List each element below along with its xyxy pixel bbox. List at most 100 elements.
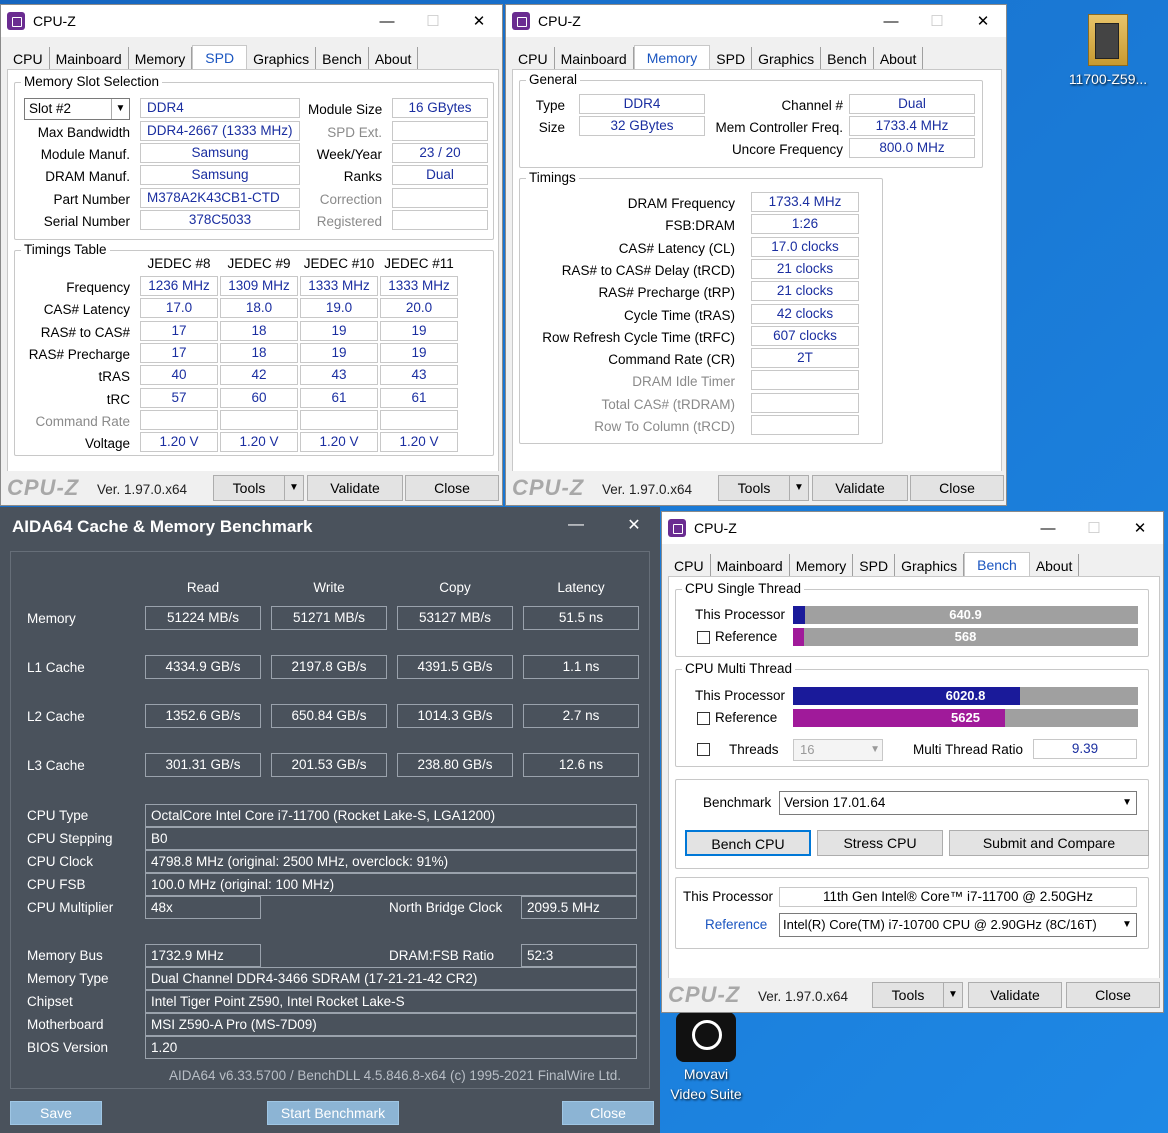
bench-cpu-button[interactable]: Bench CPU [685, 830, 811, 856]
timing-row-label: CAS# Latency [43, 302, 130, 318]
title-bar[interactable]: CPU-Z — ☐ ✕ [662, 512, 1163, 544]
tab-graphics[interactable]: Graphics [247, 47, 317, 71]
minimize-icon[interactable]: — [548, 507, 604, 543]
reference-checkbox[interactable] [697, 712, 710, 725]
north-bridge-clock-label: North Bridge Clock [389, 900, 503, 915]
tab-cpu[interactable]: CPU [512, 47, 555, 71]
timing-value [751, 415, 859, 435]
uncore-frequency-value: 800.0 MHz [849, 138, 975, 158]
memory-type-value: DDR4 [140, 98, 300, 118]
submit-and-compare-button[interactable]: Submit and Compare [949, 830, 1149, 856]
save-button[interactable]: Save [10, 1101, 102, 1125]
tools-button[interactable]: Tools [213, 475, 285, 501]
tab-spd[interactable]: SPD [853, 554, 896, 578]
tab-cpu[interactable]: CPU [668, 554, 711, 578]
timing-cell: 60 [220, 387, 298, 408]
single-ref-score: 568 [954, 629, 977, 644]
window-title: CPU-Z [538, 13, 581, 29]
minimize-icon[interactable]: — [364, 5, 410, 37]
timing-cell: 17 [140, 320, 218, 341]
reference-select[interactable]: Intel(R) Core(TM) i7-10700 CPU @ 2.90GHz… [779, 913, 1137, 937]
tab-spd[interactable]: SPD [710, 47, 753, 71]
close-button[interactable]: Close [1066, 982, 1160, 1008]
timing-row-label: Voltage [84, 436, 130, 452]
reference-checkbox[interactable] [697, 631, 710, 644]
validate-button[interactable]: Validate [307, 475, 403, 501]
tab-about[interactable]: About [369, 47, 419, 71]
tab-mainboard[interactable]: Mainboard [50, 47, 129, 71]
memory-bus-label: Memory Bus [27, 948, 103, 963]
tab-graphics[interactable]: Graphics [752, 47, 822, 71]
close-button[interactable]: Close [910, 475, 1004, 501]
minimize-icon[interactable]: — [868, 5, 914, 37]
result-cell: 4334.9 GB/s [145, 655, 261, 679]
chevron-down-icon: ▼ [870, 744, 880, 755]
tab-spd[interactable]: SPD [192, 45, 248, 71]
desktop-icon-label-1: Movavi [683, 1066, 729, 1082]
tab-bench[interactable]: Bench [821, 47, 874, 71]
slot-value: Slot #2 [29, 101, 72, 116]
close-icon[interactable]: ✕ [960, 5, 1006, 37]
chevron-down-icon[interactable]: ▼ [284, 475, 304, 501]
tab-mainboard[interactable]: Mainboard [555, 47, 634, 71]
minimize-icon[interactable]: — [1025, 512, 1071, 544]
timing-cell: 61 [380, 387, 458, 408]
validate-button[interactable]: Validate [812, 475, 908, 501]
tab-about[interactable]: About [874, 47, 924, 71]
timing-row-label: tRC [106, 391, 130, 407]
tools-button[interactable]: Tools [872, 982, 944, 1008]
chipset-label: Chipset [27, 994, 73, 1009]
close-button[interactable]: Close [562, 1101, 654, 1125]
motherboard-label: Motherboard [27, 1017, 104, 1032]
reference-link[interactable]: Reference [705, 917, 767, 932]
title-bar[interactable]: CPU-Z — ☐ ✕ [1, 5, 502, 37]
size-value: 32 GBytes [579, 116, 705, 136]
timing-value: 1:26 [751, 214, 859, 235]
timing-cell: 1333 MHz [380, 276, 458, 296]
tab-bench[interactable]: Bench [316, 47, 369, 71]
correction-value [392, 188, 488, 208]
chevron-down-icon: ▼ [1122, 797, 1132, 808]
tools-button[interactable]: Tools [718, 475, 790, 501]
timing-cell: 18 [220, 320, 298, 341]
title-bar[interactable]: AIDA64 Cache & Memory Benchmark — ✕ [0, 507, 660, 543]
cpuz-logo: CPU-Z [512, 475, 585, 500]
tab-bench[interactable]: Bench [964, 552, 1030, 578]
chevron-down-icon[interactable]: ▼ [789, 475, 809, 501]
tab-graphics[interactable]: Graphics [895, 554, 965, 578]
bench-panel: CPU Single Thread This Processor 640.9 R… [668, 576, 1160, 980]
ranks-value: Dual [392, 165, 488, 185]
start-benchmark-button[interactable]: Start Benchmark [267, 1101, 399, 1125]
close-icon[interactable]: ✕ [456, 5, 502, 37]
memory-type-value: Dual Channel DDR4-3466 SDRAM (17-21-21-4… [145, 967, 637, 990]
tab-about[interactable]: About [1030, 554, 1080, 578]
desktop-icon-folder[interactable]: 11700-Z59... [1068, 8, 1148, 88]
validate-button[interactable]: Validate [968, 982, 1062, 1008]
threads-select[interactable]: 16 ▼ [793, 739, 883, 761]
dram-manuf-label: DRAM Manuf. [45, 169, 130, 184]
chevron-down-icon[interactable]: ▼ [943, 982, 963, 1008]
tab-memory[interactable]: Memory [129, 47, 193, 71]
threads-checkbox[interactable] [697, 743, 710, 756]
cpu-fsb-label: CPU FSB [27, 877, 86, 892]
tab-cpu[interactable]: CPU [7, 47, 50, 71]
timing-cell [140, 409, 218, 430]
desktop-icon-movavi[interactable]: Movavi Video Suite [664, 1010, 748, 1110]
tab-memory[interactable]: Memory [633, 45, 711, 71]
close-icon[interactable]: ✕ [606, 507, 660, 543]
timing-cell: 19 [300, 342, 378, 363]
benchmark-version-select[interactable]: Version 17.01.64 ▼ [779, 791, 1137, 815]
desktop-icon-label: 11700-Z59... [1068, 71, 1148, 87]
jedec-header: JEDEC #10 [303, 256, 375, 271]
stress-cpu-button[interactable]: Stress CPU [817, 830, 943, 856]
tab-memory[interactable]: Memory [790, 554, 854, 578]
close-button[interactable]: Close [405, 475, 499, 501]
dram-fsb-ratio-value: 52:3 [521, 944, 637, 967]
uncore-frequency-label: Uncore Frequency [731, 142, 843, 157]
size-label: Size [538, 120, 565, 135]
tab-mainboard[interactable]: Mainboard [711, 554, 790, 578]
title-bar[interactable]: CPU-Z — ☐ ✕ [506, 5, 1006, 37]
column-header: Copy [439, 580, 471, 595]
close-icon[interactable]: ✕ [1117, 512, 1163, 544]
slot-select[interactable]: Slot #2 ▼ [24, 98, 130, 120]
